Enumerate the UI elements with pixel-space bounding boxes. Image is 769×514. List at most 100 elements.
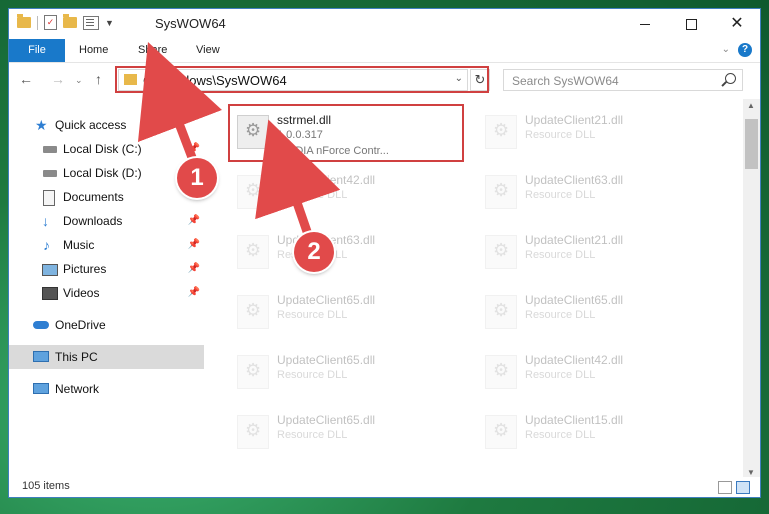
pin-icon[interactable]: 📌 xyxy=(188,233,200,257)
tab-share[interactable]: Share xyxy=(128,39,177,62)
explorer-window: ✓ ▼ SysWOW64 ✕ File Home Share View ⌄ ? … xyxy=(8,8,761,498)
sidebar-item-label: Pictures xyxy=(63,262,107,276)
file-tile[interactable]: UpdateClient63.dll Resource DLL xyxy=(229,227,469,277)
properties-check-icon[interactable]: ✓ xyxy=(44,15,57,30)
file-type: Resource DLL xyxy=(525,129,596,141)
file-name: UpdateClient65.dll xyxy=(525,293,624,307)
help-icon[interactable]: ? xyxy=(738,43,752,57)
status-bar: 105 items xyxy=(9,477,760,497)
star-icon: ★ xyxy=(35,117,48,133)
sidebar-item-label: Downloads xyxy=(63,214,123,228)
close-button[interactable]: ✕ xyxy=(714,9,760,39)
file-tile[interactable]: UpdateClient21.dll Resource DLL xyxy=(477,227,717,277)
file-tile[interactable]: UpdateClient63.dll Resource DLL xyxy=(477,167,717,217)
file-name: UpdateClient63.dll xyxy=(525,173,624,187)
file-type: Resource DLL xyxy=(525,249,596,261)
ribbon-tabs: File Home Share View ⌄ ? xyxy=(9,39,760,63)
close-icon: ✕ xyxy=(730,15,744,32)
file-name: UpdateClient42.dll xyxy=(525,353,624,367)
dll-file-icon xyxy=(485,415,517,449)
video-icon xyxy=(42,287,58,300)
cloud-icon xyxy=(33,321,49,329)
maximize-icon xyxy=(685,18,697,30)
file-type: Resource DLL xyxy=(277,429,348,441)
up-arrow-icon[interactable]: ↑ xyxy=(95,71,102,87)
sidebar-item-label: Quick access xyxy=(55,118,127,132)
tab-file[interactable]: File xyxy=(9,39,65,62)
scroll-thumb[interactable] xyxy=(745,119,758,169)
file-tile[interactable]: UpdateClient21.dll Resource DLL xyxy=(477,107,717,157)
dll-file-icon xyxy=(485,355,517,389)
file-name: UpdateClient65.dll xyxy=(277,353,376,367)
sidebar-item-label: Videos xyxy=(63,286,100,300)
file-highlight-box xyxy=(228,104,464,162)
sidebar-item-label: Network xyxy=(55,382,100,396)
sidebar-item-pictures[interactable]: Pictures 📌 xyxy=(9,257,204,281)
vertical-scrollbar[interactable]: ▲ ▼ xyxy=(743,99,760,479)
pin-icon[interactable]: 📌 xyxy=(188,281,200,305)
sidebar-item-quick-access[interactable]: ★ Quick access xyxy=(9,113,204,137)
recent-locations-icon[interactable]: ⌄ xyxy=(75,75,83,86)
new-folder-icon[interactable] xyxy=(63,14,77,28)
sidebar-item-label: Local Disk (D:) xyxy=(63,166,142,180)
computer-icon xyxy=(33,351,49,362)
file-type: Resource DLL xyxy=(277,189,348,201)
tab-view[interactable]: View xyxy=(186,39,230,62)
maximize-button[interactable] xyxy=(668,9,714,39)
search-input[interactable]: Search SysWOW64 xyxy=(503,69,743,91)
file-name: UpdateClient65.dll xyxy=(277,293,376,307)
minimize-button[interactable] xyxy=(622,9,668,39)
file-tile[interactable]: UpdateClient15.dll Resource DLL xyxy=(477,407,717,457)
sidebar-item-local-disk-c[interactable]: Local Disk (C:) 📌 xyxy=(9,137,204,161)
file-name: UpdateClient21.dll xyxy=(525,233,624,247)
sidebar-item-videos[interactable]: Videos 📌 xyxy=(9,281,204,305)
music-icon: ♪ xyxy=(43,237,50,253)
dll-file-icon xyxy=(237,355,269,389)
tab-home[interactable]: Home xyxy=(69,39,118,62)
file-name: UpdateClient21.dll xyxy=(525,113,624,127)
file-tile[interactable]: UpdateClient65.dll Resource DLL xyxy=(229,407,469,457)
properties-icon[interactable] xyxy=(83,15,99,30)
forward-arrow-icon[interactable]: → xyxy=(51,71,65,87)
file-type: Resource DLL xyxy=(525,309,596,321)
large-icons-view-icon[interactable] xyxy=(736,481,750,494)
sidebar-item-music[interactable]: ♪ Music 📌 xyxy=(9,233,204,257)
item-count: 105 items xyxy=(22,480,70,492)
dll-file-icon xyxy=(485,175,517,209)
dll-file-icon xyxy=(237,415,269,449)
file-type: Resource DLL xyxy=(277,369,348,381)
download-icon: ↓ xyxy=(42,213,49,229)
pin-icon[interactable]: 📌 xyxy=(188,209,200,233)
sidebar-item-onedrive[interactable]: OneDrive xyxy=(9,313,204,337)
sidebar-item-this-pc[interactable]: This PC xyxy=(9,345,204,369)
pin-icon[interactable]: 📌 xyxy=(188,257,200,281)
sidebar-item-local-disk-d[interactable]: Local Disk (D:) xyxy=(9,161,204,185)
details-view-icon[interactable] xyxy=(718,481,732,494)
file-tile[interactable]: UpdateClient65.dll Resource DLL xyxy=(477,287,717,337)
sidebar-item-network[interactable]: Network xyxy=(9,377,204,401)
sidebar-item-documents[interactable]: Documents xyxy=(9,185,204,209)
customize-dropdown-icon[interactable]: ▼ xyxy=(105,18,114,28)
dll-file-icon xyxy=(237,235,269,269)
file-tile[interactable]: UpdateClient65.dll Resource DLL xyxy=(229,347,469,397)
dll-file-icon xyxy=(485,235,517,269)
scroll-down-icon[interactable]: ▼ xyxy=(747,468,755,477)
sidebar-item-downloads[interactable]: ↓ Downloads 📌 xyxy=(9,209,204,233)
file-type: Resource DLL xyxy=(525,369,596,381)
back-arrow-icon[interactable]: ← xyxy=(19,71,33,87)
disk-icon xyxy=(43,170,57,177)
chevron-down-icon[interactable]: ⌄ xyxy=(722,44,730,55)
scroll-up-icon[interactable]: ▲ xyxy=(747,101,755,110)
toolbar-divider xyxy=(37,15,38,30)
minimize-icon xyxy=(640,23,650,25)
sidebar-item-label: This PC xyxy=(55,350,98,364)
file-tile[interactable]: UpdateClient65.dll Resource DLL xyxy=(229,287,469,337)
file-tile[interactable]: UpdateClient42.dll Resource DLL xyxy=(477,347,717,397)
file-tile[interactable]: UpdateClient42.dll Resource DLL xyxy=(229,167,469,217)
folder-icon[interactable] xyxy=(17,14,31,28)
address-highlight-box xyxy=(115,66,489,93)
title-bar: ✓ ▼ SysWOW64 ✕ xyxy=(9,9,760,39)
pictures-icon xyxy=(42,264,58,276)
step-2-badge: 2 xyxy=(294,232,334,272)
dll-file-icon xyxy=(237,295,269,329)
